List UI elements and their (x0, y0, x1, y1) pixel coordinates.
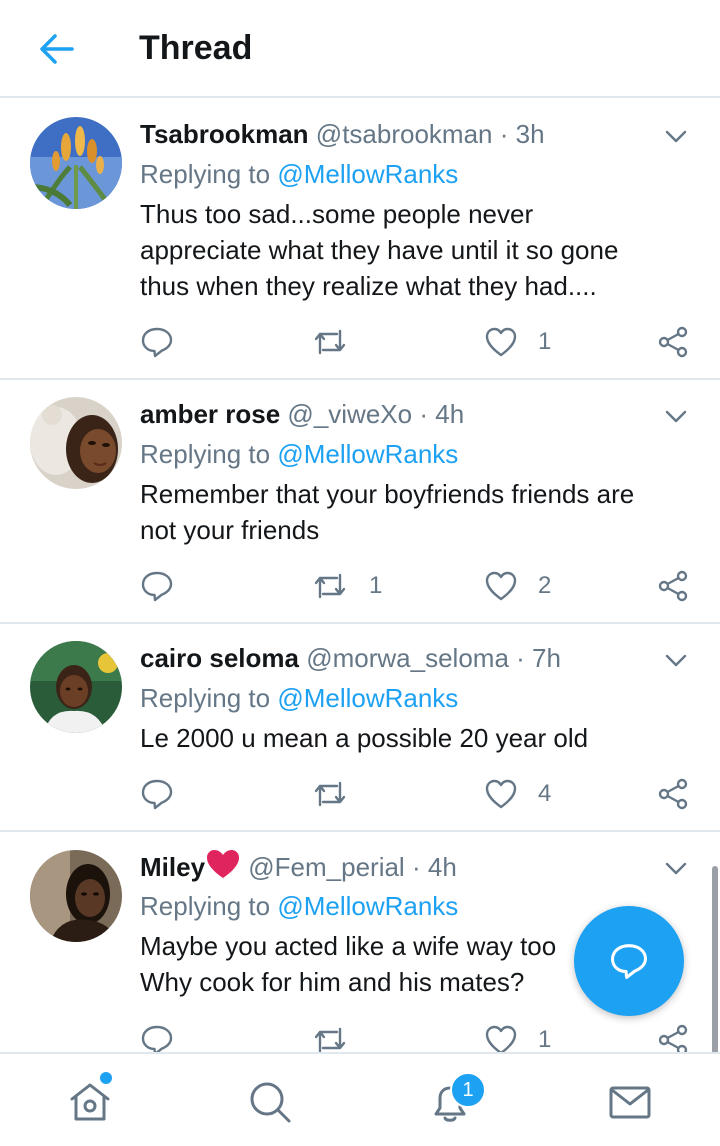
retweet-button[interactable]: 1 (311, 564, 382, 608)
reply-button[interactable] (140, 564, 194, 608)
heart-outline-icon (485, 571, 517, 601)
avatar[interactable] (30, 641, 122, 733)
like-count: 1 (538, 328, 552, 355)
user-handle[interactable]: @tsabrookman (316, 119, 493, 149)
aloe-flower-avatar-icon (30, 117, 122, 209)
avatar[interactable] (30, 117, 122, 209)
like-count: 4 (538, 780, 552, 807)
tweet-actions: 4 (0, 772, 720, 816)
tweet[interactable]: amber rose @_viweXo · 4h Replying to @Me… (0, 380, 720, 624)
display-name[interactable]: cairo seloma (140, 643, 299, 673)
replying-to-label: Replying to (140, 891, 278, 921)
user-handle[interactable]: @morwa_seloma (306, 643, 509, 673)
retweet-icon (314, 329, 346, 355)
reply-icon (141, 571, 173, 602)
child-portrait-avatar-icon (30, 641, 122, 733)
tweet-text: Thus too sad...some people never appreci… (140, 199, 619, 301)
like-button[interactable]: 2 (484, 564, 551, 608)
share-icon (658, 778, 688, 810)
avatar[interactable] (30, 397, 122, 489)
nav-messages[interactable] (606, 1078, 654, 1126)
replying-to-line: Replying to @MellowRanks (140, 436, 458, 472)
nav-search[interactable] (246, 1078, 294, 1126)
search-icon (250, 1082, 291, 1123)
retweet-button[interactable] (311, 320, 369, 364)
retweet-icon (314, 573, 346, 599)
woman-portrait-avatar-icon (30, 850, 122, 942)
reply-icon (141, 327, 173, 358)
replying-to-line: Replying to @MellowRanks (140, 680, 458, 716)
display-name[interactable]: Tsabrookman (140, 119, 309, 149)
reply-button[interactable] (140, 320, 194, 364)
tweet-actions: 1 2 (0, 564, 720, 608)
timestamp: 4h (427, 852, 457, 882)
tweet-text: Le 2000 u mean a possible 20 year old (140, 723, 589, 753)
tweet-header: Tsabrookman @tsabrookman · 3h (140, 116, 660, 152)
heart-outline-icon (485, 779, 517, 809)
display-name[interactable]: amber rose (140, 399, 280, 429)
heart-outline-icon (485, 327, 517, 357)
reply-icon (141, 779, 173, 810)
reply-button[interactable] (140, 772, 194, 816)
mention-link[interactable]: @MellowRanks (277, 159, 458, 189)
tweet-header: cairo seloma @morwa_seloma · 7h (140, 640, 660, 676)
separator-dot: · (516, 643, 525, 673)
tweet[interactable]: cairo seloma @morwa_seloma · 7h Replying… (0, 624, 720, 832)
compose-reply-icon (611, 944, 647, 979)
back-button[interactable] (34, 28, 80, 70)
person-with-teddy-avatar-icon (30, 397, 122, 489)
mention-link[interactable]: @MellowRanks (277, 891, 458, 921)
like-count: 2 (538, 572, 552, 599)
display-name[interactable]: Miley (140, 852, 205, 882)
notification-badge: 1 (450, 1072, 486, 1108)
chevron-down-icon[interactable] (662, 402, 690, 430)
back-arrow-icon (40, 34, 74, 64)
chevron-down-icon[interactable] (662, 122, 690, 150)
mention-link[interactable]: @MellowRanks (277, 683, 458, 713)
nav-home[interactable] (66, 1078, 114, 1126)
share-button[interactable] (656, 320, 690, 364)
like-button[interactable]: 4 (484, 772, 551, 816)
separator-dot: · (419, 399, 428, 429)
share-button[interactable] (656, 772, 690, 816)
bottom-navigation: 1 (0, 1052, 720, 1146)
home-unread-dot (100, 1072, 112, 1084)
tweet-actions: 1 (0, 320, 720, 364)
share-icon (658, 326, 688, 358)
like-count: 1 (538, 1026, 552, 1053)
red-heart-emoji-icon (207, 850, 240, 878)
timestamp: 3h (515, 119, 545, 149)
tweet-text: Remember that your boyfriends friends ar… (140, 479, 635, 545)
home-icon (70, 1083, 110, 1121)
chevron-down-icon[interactable] (662, 854, 690, 882)
retweet-button[interactable] (311, 772, 369, 816)
user-handle[interactable]: @Fem_perial (248, 852, 404, 882)
tweet-header: amber rose @_viweXo · 4h (140, 396, 660, 432)
share-button[interactable] (656, 564, 690, 608)
avatar[interactable] (30, 850, 122, 942)
mention-link[interactable]: @MellowRanks (277, 439, 458, 469)
replying-to-line: Replying to @MellowRanks (140, 888, 458, 924)
retweet-count: 1 (369, 572, 383, 599)
user-handle[interactable]: @_viweXo (287, 399, 412, 429)
page-title: Thread (139, 29, 253, 67)
chevron-down-icon[interactable] (662, 646, 690, 674)
like-button[interactable]: 1 (484, 320, 551, 364)
timestamp: 4h (435, 399, 465, 429)
replying-to-line: Replying to @MellowRanks (140, 156, 458, 192)
tweet[interactable]: Tsabrookman @tsabrookman · 3h Replying t… (0, 100, 720, 380)
timestamp: 7h (532, 643, 561, 673)
compose-reply-button[interactable] (574, 906, 684, 1016)
replying-to-label: Replying to (140, 159, 278, 189)
share-icon (658, 570, 688, 602)
replying-to-label: Replying to (140, 683, 278, 713)
top-app-bar: Thread (0, 0, 720, 98)
messages-icon (609, 1086, 651, 1119)
tweet-header: Miley @Fem_perial · 4h (140, 848, 660, 885)
replying-to-label: Replying to (140, 439, 278, 469)
separator-dot: · (411, 852, 421, 882)
separator-dot: · (499, 119, 509, 149)
retweet-icon (314, 781, 346, 807)
